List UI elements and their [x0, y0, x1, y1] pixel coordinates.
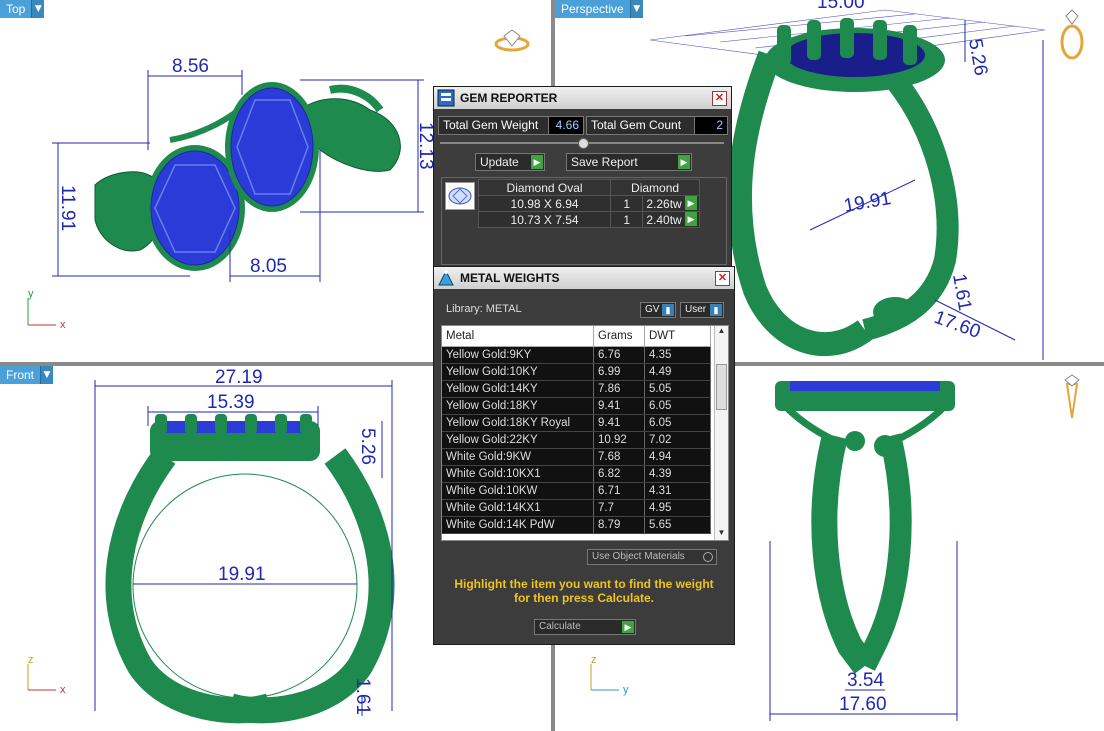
calculate-button[interactable]: Calculate ▶ — [534, 619, 636, 635]
library-label: Library: METAL — [446, 303, 522, 315]
close-icon[interactable]: ✕ — [712, 91, 727, 106]
scale-icon — [436, 268, 456, 288]
metal-row[interactable]: White Gold:10KX1 6.82 4.39 — [442, 465, 711, 483]
play-icon: ▶ — [685, 196, 697, 210]
panel-title: METAL WEIGHTS — [460, 271, 560, 285]
viewport-tab-perspective[interactable]: Perspective ▼ — [555, 0, 643, 18]
svg-text:x: x — [60, 319, 66, 331]
metal-weights-panel: METAL WEIGHTS ✕ Library: METAL GV ▮ User ▮… — [433, 266, 735, 645]
svg-text:y: y — [623, 684, 629, 696]
save-report-button[interactable]: Save Report ▶ — [566, 153, 692, 171]
total-gem-weight-value: 4.66 — [548, 116, 584, 135]
dim-label: 8.56 — [172, 56, 209, 77]
dim-label: 19.91 — [842, 188, 892, 217]
scroll-thumb[interactable] — [716, 364, 727, 410]
chevron-down-icon[interactable]: ▼ — [40, 366, 54, 384]
play-icon: ▶ — [678, 155, 690, 169]
metal-row[interactable]: Yellow Gold:22KY 10.92 7.02 — [442, 431, 711, 449]
dim-label: 8.05 — [250, 256, 287, 277]
scroll-down-icon[interactable]: ▼ — [715, 528, 728, 540]
gem-row-expand-button[interactable]: ▶ — [685, 196, 697, 212]
metal-row[interactable]: White Gold:14K PdW 8.79 5.65 — [442, 516, 711, 534]
metal-row[interactable]: White Gold:10KW 6.71 4.31 — [442, 482, 711, 500]
diamond-oval-icon — [445, 182, 475, 210]
gem-row-expand-button[interactable]: ▶ — [685, 212, 697, 228]
metal-weights-titlebar[interactable]: METAL WEIGHTS ✕ — [434, 267, 734, 289]
chevron-down-icon[interactable]: ▼ — [31, 0, 45, 18]
panel-title: GEM REPORTER — [460, 91, 558, 105]
dim-label: 3.54 — [847, 670, 884, 691]
gem-table: Diamond Oval Diamond 10.98 X 6.94 1 2.26… — [477, 179, 700, 228]
dim-label: 15.39 — [207, 392, 255, 413]
viewport-label: Perspective — [555, 0, 630, 18]
toggle-icon: ▮ — [710, 304, 722, 316]
dim-label: 19.91 — [218, 564, 266, 585]
chevron-down-icon[interactable]: ▼ — [629, 0, 643, 18]
use-object-materials-toggle[interactable]: Use Object Materials — [587, 549, 717, 565]
gem-shape-header: Diamond Oval — [477, 179, 612, 196]
calculate-hint: Highlight the item you want to find the … — [454, 577, 714, 605]
toggle-circle-icon — [703, 552, 713, 562]
total-gem-count-value: 2 — [694, 116, 728, 135]
dim-label: 27.19 — [215, 367, 263, 388]
svg-text:z: z — [591, 654, 597, 666]
dim-label: 11.91 — [57, 185, 78, 231]
ring-icon — [1060, 9, 1084, 60]
grams-header[interactable]: Grams — [593, 326, 645, 347]
axis-indicator: y x — [27, 288, 66, 331]
play-icon: ▶ — [622, 621, 634, 633]
viewport-label: Top — [0, 0, 32, 18]
user-button[interactable]: User ▮ — [680, 302, 724, 318]
gv-button[interactable]: GV ▮ — [640, 302, 676, 318]
dim-label: 5.26 — [964, 37, 991, 77]
gem-type-header: Diamond — [610, 179, 700, 196]
viewport-label: Front — [0, 366, 41, 384]
close-icon[interactable]: ✕ — [715, 271, 730, 286]
svg-text:x: x — [60, 684, 66, 696]
metal-row[interactable]: Yellow Gold:9KY 6.76 4.35 — [442, 346, 711, 364]
dwt-header[interactable]: DWT — [644, 326, 711, 347]
metal-row[interactable]: Yellow Gold:18KY 9.41 6.05 — [442, 397, 711, 415]
svg-text:z: z — [28, 654, 34, 666]
gem-row[interactable]: 10.73 X 7.54 1 2.40tw — [477, 211, 700, 228]
axis-indicator: z y — [590, 654, 629, 696]
metal-table-scrollbar[interactable]: ▲ ▼ — [714, 326, 728, 540]
dim-label: 17.60 — [931, 307, 983, 343]
pendant-icon — [1064, 374, 1080, 419]
dim-label: 1.61 — [352, 678, 373, 715]
dim-label: 17.60 — [839, 694, 887, 715]
axis-indicator: z x — [27, 654, 66, 696]
total-gem-count-label: Total Gem Count — [586, 116, 696, 135]
metal-row[interactable]: Yellow Gold:18KY Royal 9.41 6.05 — [442, 414, 711, 432]
play-icon: ▶ — [531, 155, 543, 169]
metal-row[interactable]: White Gold:14KX1 7.7 4.95 — [442, 499, 711, 517]
dim-label: 1.61 — [948, 272, 975, 312]
total-gem-weight-label: Total Gem Weight — [438, 116, 550, 135]
viewport-tab-top[interactable]: Top ▼ — [0, 0, 45, 18]
gem-reporter-panel: GEM REPORTER ✕ Total Gem Weight 4.66 Tot… — [433, 86, 732, 268]
dim-label: 15.00 — [817, 0, 865, 13]
update-button[interactable]: Update ▶ — [475, 153, 545, 171]
splitter-knob[interactable] — [578, 138, 589, 149]
diamond-ring-icon — [494, 29, 530, 52]
viewport-tab-front[interactable]: Front ▼ — [0, 366, 54, 384]
dim-label: 5.26 — [357, 428, 378, 465]
toggle-icon: ▮ — [662, 304, 674, 316]
svg-text:y: y — [28, 288, 34, 300]
gem-reporter-icon — [436, 88, 456, 108]
metal-row[interactable]: Yellow Gold:10KY 6.99 4.49 — [442, 363, 711, 381]
scroll-up-icon[interactable]: ▲ — [715, 326, 728, 338]
metal-row[interactable]: White Gold:9KW 7.68 4.94 — [442, 448, 711, 466]
gem-row[interactable]: 10.98 X 6.94 1 2.26tw — [477, 195, 700, 212]
play-icon: ▶ — [685, 212, 697, 226]
metal-header[interactable]: Metal — [442, 326, 594, 347]
metal-table: Metal Grams DWT Yellow Gold:9KY 6.76 4.35 … — [441, 325, 729, 541]
metal-row[interactable]: Yellow Gold:14KY 7.86 5.05 — [442, 380, 711, 398]
gem-reporter-titlebar[interactable]: GEM REPORTER ✕ — [434, 87, 731, 109]
